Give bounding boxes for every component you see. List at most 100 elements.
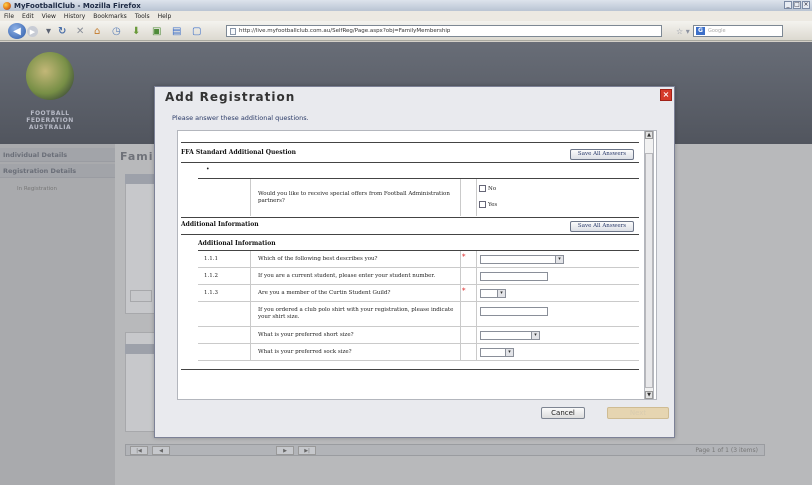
sock-size-select[interactable]: ▾ xyxy=(480,348,514,357)
question-text: Are you a member of the Curtin Student G… xyxy=(258,289,391,296)
bookmark-star-icon[interactable]: ☆ ▾ xyxy=(676,27,690,36)
first-page-icon[interactable]: |◀ xyxy=(130,446,148,455)
divider xyxy=(250,179,251,216)
reload-icon[interactable]: ↻ xyxy=(58,24,66,38)
divider xyxy=(181,234,639,235)
org-name-line1: FOOTBALL xyxy=(30,110,70,117)
divider xyxy=(460,268,461,284)
divider xyxy=(460,251,461,267)
google-search-icon[interactable]: G xyxy=(696,27,705,35)
close-icon[interactable]: × xyxy=(660,89,672,101)
question-text: If you ordered a club polo shirt with yo… xyxy=(258,307,454,320)
page-icon[interactable]: ▢ xyxy=(192,24,201,38)
dropdown-arrow-icon[interactable]: ▾ xyxy=(46,24,51,38)
chevron-down-icon[interactable]: ▾ xyxy=(555,256,563,263)
divider xyxy=(250,327,251,343)
last-page-icon[interactable]: ▶| xyxy=(298,446,316,455)
menu-bookmarks[interactable]: Bookmarks xyxy=(93,13,127,20)
sidebar-sub-item[interactable]: In Registration xyxy=(17,186,57,192)
divider xyxy=(476,327,477,343)
guild-member-select[interactable]: ▾ xyxy=(480,289,506,298)
menu-history[interactable]: History xyxy=(64,13,85,20)
pager-text: Page 1 of 1 (3 items) xyxy=(695,447,758,454)
sidebar-item-individual-details[interactable]: Individual Details xyxy=(0,148,115,162)
dialog-title: Add Registration xyxy=(165,90,296,104)
question-row: What is your preferred short size? ▾ xyxy=(198,327,639,344)
question-row: 1.1.1 Which of the following best descri… xyxy=(198,251,639,268)
student-number-input[interactable] xyxy=(480,272,548,281)
divider xyxy=(460,285,461,301)
question-row: 1.1.3 Are you a member of the Curtin Stu… xyxy=(198,285,639,302)
add-registration-dialog: Add Registration × Please answer these a… xyxy=(154,86,675,438)
scroll-thumb[interactable] xyxy=(645,153,653,388)
menu-file[interactable]: File xyxy=(4,13,14,20)
divider xyxy=(250,285,251,301)
option-no[interactable]: No xyxy=(479,185,496,192)
menu-tools[interactable]: Tools xyxy=(135,13,150,20)
prev-page-icon[interactable]: ◀ xyxy=(152,446,170,455)
question-number: 1.1.2 xyxy=(204,272,218,279)
question-text: If you are a current student, please ent… xyxy=(258,272,436,279)
divider xyxy=(181,369,639,370)
option-no-label: No xyxy=(488,185,497,192)
scroll-up-icon[interactable]: ▲ xyxy=(645,131,653,139)
download-icon[interactable]: ⬇ xyxy=(132,24,140,38)
family-heading: Famil xyxy=(120,150,159,163)
option-yes[interactable]: Yes xyxy=(479,201,497,208)
divider xyxy=(250,268,251,284)
menu-help[interactable]: Help xyxy=(158,13,172,20)
ffa-logo xyxy=(26,52,74,100)
back-icon[interactable]: ◀ xyxy=(8,23,26,39)
bookmark-toolbar-icon[interactable]: ▤ xyxy=(172,24,181,38)
divider xyxy=(476,285,477,301)
chevron-down-icon[interactable]: ▾ xyxy=(497,290,505,297)
scroll-down-icon[interactable]: ▼ xyxy=(645,391,653,399)
yes-checkbox[interactable] xyxy=(479,201,486,208)
shirt-size-input[interactable] xyxy=(480,307,548,316)
addon-icon[interactable]: ▣ xyxy=(152,24,161,38)
divider xyxy=(476,344,477,360)
dialog-scrollbar[interactable]: ▲ ▼ xyxy=(644,130,654,400)
questions-panel: FFA Standard Additional Question Save Al… xyxy=(177,130,657,400)
url-text: http://live.myfootballclub.com.au/SelfRe… xyxy=(239,28,451,34)
ffa-question-row: Would you like to receive special offers… xyxy=(198,179,639,216)
save-all-answers-button-ffa[interactable]: Save All Answers xyxy=(570,149,634,160)
close-window-button[interactable]: × xyxy=(802,1,810,9)
question-text: What is your preferred sock size? xyxy=(258,348,352,355)
stop-icon[interactable]: ✕ xyxy=(76,24,84,38)
bullet: • xyxy=(206,166,210,173)
divider xyxy=(250,302,251,326)
search-input[interactable]: G Google xyxy=(693,25,783,37)
chevron-down-icon[interactable]: ▾ xyxy=(531,332,539,339)
address-bar[interactable]: http://live.myfootballclub.com.au/SelfRe… xyxy=(226,25,662,37)
left-panel xyxy=(0,144,115,485)
sidebar-item-registration-details[interactable]: Registration Details xyxy=(0,164,115,178)
divider xyxy=(476,179,477,216)
no-checkbox[interactable] xyxy=(479,185,486,192)
history-clock-icon[interactable]: ◷ xyxy=(112,24,121,38)
short-size-select[interactable]: ▾ xyxy=(480,331,540,340)
question-text: What is your preferred short size? xyxy=(258,331,354,338)
question-row: What is your preferred sock size? ▾ xyxy=(198,344,639,361)
cancel-button[interactable]: Cancel xyxy=(541,407,585,419)
chevron-down-icon[interactable]: ▾ xyxy=(505,349,513,356)
firefox-icon xyxy=(3,1,11,10)
menu-edit[interactable]: Edit xyxy=(22,13,34,20)
divider xyxy=(460,344,461,360)
option-yes-label: Yes xyxy=(488,201,498,208)
next-page-icon[interactable]: ▶ xyxy=(276,446,294,455)
additional-subheading: Additional Information xyxy=(198,240,276,247)
menu-view[interactable]: View xyxy=(42,13,56,20)
background-pager-button xyxy=(130,290,152,302)
forward-icon[interactable]: ▶ xyxy=(27,26,38,37)
minimize-button[interactable]: _ xyxy=(784,1,792,9)
ffa-section-heading: FFA Standard Additional Question xyxy=(181,149,296,156)
required-marker: * xyxy=(462,253,466,261)
maximize-button[interactable]: □ xyxy=(793,1,801,9)
save-all-answers-button-additional[interactable]: Save All Answers xyxy=(570,221,634,232)
next-button[interactable]: Next xyxy=(607,407,669,419)
home-icon[interactable]: ⌂ xyxy=(94,24,100,38)
describe-you-select[interactable]: ▾ xyxy=(480,255,564,264)
org-name-line3: AUSTRALIA xyxy=(28,124,72,131)
divider xyxy=(460,179,461,216)
